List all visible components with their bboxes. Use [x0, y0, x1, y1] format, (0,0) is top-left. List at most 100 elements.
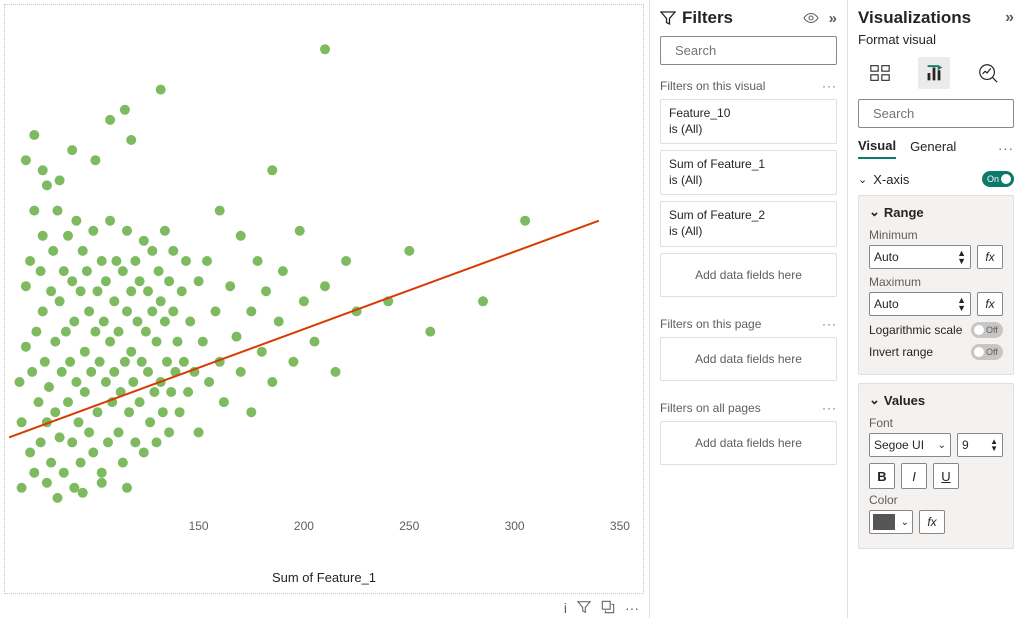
filter-condition: is (All) [669, 173, 702, 187]
focus-mode-icon[interactable] [601, 600, 615, 616]
tab-visual[interactable]: Visual [858, 138, 896, 159]
filter-icon[interactable] [577, 600, 591, 616]
min-value: Auto [874, 250, 899, 264]
bold-label: B [877, 469, 886, 484]
chevron-down-icon: ⌄ [869, 392, 880, 408]
filters-visual-head: Filters on this visual ··· [660, 79, 837, 93]
filters-search[interactable] [660, 36, 837, 65]
max-value: Auto [874, 297, 899, 311]
font-size-input[interactable]: 9 ▲▼ [957, 433, 1003, 457]
max-input[interactable]: Auto ▲▼ [869, 292, 971, 316]
log-scale-toggle[interactable] [971, 322, 1003, 338]
filter-condition: is (All) [669, 122, 702, 136]
visual-filter-dropzone[interactable]: Add data fields here [660, 253, 837, 297]
filters-page-title: Filters on this page [660, 317, 761, 331]
font-label: Font [869, 416, 1003, 430]
filters-visual-title: Filters on this visual [660, 79, 765, 93]
italic-button[interactable]: I [901, 463, 927, 489]
color-swatch-preview [873, 514, 895, 530]
invert-range-toggle[interactable] [971, 344, 1003, 360]
x-tick: 300 [505, 519, 525, 533]
fx-button[interactable]: fx [919, 510, 945, 534]
analytics-icon[interactable] [972, 57, 1004, 89]
filter-card[interactable]: Feature_10is (All) [660, 99, 837, 144]
invert-range-label: Invert range [869, 345, 933, 359]
bold-button[interactable]: B [869, 463, 895, 489]
color-label: Color [869, 493, 1003, 507]
x-tick: 200 [294, 519, 314, 533]
stepper-icon[interactable]: ▲▼ [957, 249, 966, 265]
collapse-icon[interactable]: » [829, 10, 837, 27]
fx-button[interactable]: fx [977, 292, 1003, 316]
range-block: ⌄ Range Minimum Auto ▲▼ fx Maximum Auto … [858, 195, 1014, 375]
values-label: Values [884, 393, 925, 408]
more-icon[interactable]: ··· [822, 317, 837, 331]
filter-card[interactable]: Sum of Feature_1is (All) [660, 150, 837, 195]
more-options-icon[interactable]: ··· [625, 600, 639, 616]
funnel-icon [660, 10, 676, 26]
viz-toolbar [858, 53, 1014, 99]
tab-general[interactable]: General [910, 139, 956, 158]
fx-label: fx [927, 515, 936, 529]
italic-label: I [912, 469, 916, 484]
font-family-select[interactable]: Segoe UI ⌄ [869, 433, 951, 457]
log-scale-label: Logarithmic scale [869, 323, 962, 337]
fx-label: fx [985, 250, 994, 264]
filter-card[interactable]: Sum of Feature_2is (All) [660, 201, 837, 246]
fx-button[interactable]: fx [977, 245, 1003, 269]
collapse-icon[interactable]: » [1005, 9, 1014, 27]
xaxis-group[interactable]: ⌄ X-axis [858, 171, 1014, 187]
filter-field: Sum of Feature_1 [669, 157, 765, 171]
font-family-value: Segoe UI [874, 438, 924, 452]
xaxis-label: X-axis [873, 172, 909, 187]
min-input[interactable]: Auto ▲▼ [869, 245, 971, 269]
filter-field: Feature_10 [669, 106, 730, 120]
font-size-value: 9 [962, 438, 969, 452]
x-tick: 250 [399, 519, 419, 533]
filters-panel: Filters » Filters on this visual ··· Fea… [650, 0, 848, 618]
visibility-icon[interactable] [803, 10, 819, 27]
viz-header: Visualizations » [858, 8, 1014, 28]
filters-header: Filters » [660, 8, 837, 28]
range-head[interactable]: ⌄ Range [869, 204, 1003, 220]
values-head[interactable]: ⌄ Values [869, 392, 1003, 408]
more-icon[interactable]: ··· [998, 141, 1014, 156]
xaxis-toggle[interactable] [982, 171, 1014, 187]
stepper-icon[interactable]: ▲▼ [957, 296, 966, 312]
x-axis-label: Sum of Feature_1 [272, 570, 376, 585]
values-block: ⌄ Values Font Segoe UI ⌄ 9 ▲▼ B I U Colo… [858, 383, 1014, 549]
chevron-down-icon: ⌄ [858, 173, 867, 186]
filters-page-head: Filters on this page ··· [660, 317, 837, 331]
scatter-plot [9, 9, 641, 553]
filter-condition: is (All) [669, 224, 702, 238]
all-filter-dropzone[interactable]: Add data fields here [660, 421, 837, 465]
chart-panel: 150 200 250 300 350 Sum of Feature_1 i ··· [0, 0, 650, 618]
more-icon[interactable]: ··· [822, 401, 837, 415]
max-label: Maximum [869, 275, 1003, 289]
x-tick: 350 [610, 519, 630, 533]
chevron-down-icon: ⌄ [901, 517, 909, 528]
filters-all-head: Filters on all pages ··· [660, 401, 837, 415]
more-icon[interactable]: ··· [822, 79, 837, 93]
build-visual-icon[interactable] [864, 57, 896, 89]
color-picker[interactable]: ⌄ [869, 510, 913, 534]
x-tick: 150 [189, 519, 209, 533]
filters-title: Filters [682, 8, 733, 28]
viz-search[interactable] [858, 99, 1014, 128]
range-label: Range [884, 205, 924, 220]
filter-field: Sum of Feature_2 [669, 208, 765, 222]
info-icon[interactable]: i [564, 600, 567, 616]
chevron-down-icon: ⌄ [869, 204, 880, 220]
filters-all-title: Filters on all pages [660, 401, 761, 415]
chart-canvas[interactable]: 150 200 250 300 350 Sum of Feature_1 [4, 4, 644, 594]
underline-button[interactable]: U [933, 463, 959, 489]
viz-search-input[interactable] [871, 105, 1024, 122]
viz-tabs: Visual General ··· [858, 138, 1014, 159]
filters-search-input[interactable] [673, 42, 848, 59]
page-filter-dropzone[interactable]: Add data fields here [660, 337, 837, 381]
stepper-icon[interactable]: ▲▼ [990, 438, 998, 452]
min-label: Minimum [869, 228, 1003, 242]
chart-toolbar: i ··· [564, 600, 639, 616]
format-visual-icon[interactable] [918, 57, 950, 89]
visualizations-panel: Visualizations » Format visual Visual Ge… [848, 0, 1024, 618]
